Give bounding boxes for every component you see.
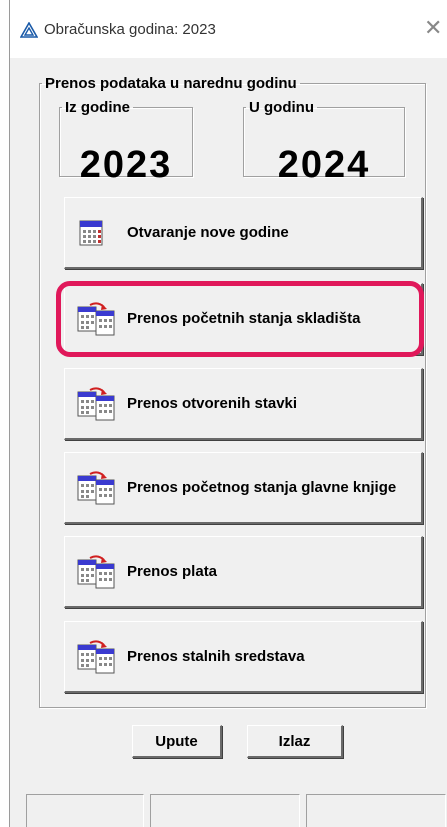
to-year-label: U godinu [249, 99, 314, 116]
transfer-open-items-button[interactable]: Prenos otvorenih stavki [64, 368, 423, 440]
open-new-year-label: Otvaranje nove godine [127, 223, 289, 241]
from-year-group: Iz godine 2023 [59, 99, 193, 186]
transfer-icon [77, 470, 115, 504]
exit-button[interactable]: Izlaz [247, 725, 343, 758]
calendar-icon [79, 220, 103, 245]
transfer-group-title: Prenos podataka u narednu godinu [45, 75, 297, 92]
transfer-fixed-assets-label: Prenos stalnih sredstava [127, 647, 305, 665]
dialog-window: Obračunska godina: 2023 ✕ Prenos podatak… [9, 0, 447, 827]
from-year-label: Iz godine [65, 99, 130, 116]
transfer-icon [77, 554, 115, 588]
status-bar [10, 780, 447, 827]
status-pane-3 [306, 794, 446, 827]
to-year-group: U godinu 2024 [243, 99, 405, 186]
transfer-icon [77, 639, 115, 673]
open-new-year-button[interactable]: Otvaranje nove godine [64, 197, 423, 269]
to-year-value: 2024 [277, 144, 371, 186]
exit-button-label: Izlaz [278, 732, 311, 750]
app-logo-icon [20, 22, 38, 38]
transfer-icon [77, 386, 115, 420]
close-button[interactable]: ✕ [424, 16, 442, 41]
transfer-general-ledger-button[interactable]: Prenos početnog stanja glavne knjige [64, 452, 423, 524]
window-title: Obračunska godina: 2023 [44, 21, 216, 38]
from-year-value: 2023 [79, 144, 173, 186]
transfer-payroll-label: Prenos plata [127, 562, 218, 580]
title-bar: Obračunska godina: 2023 ✕ [10, 0, 447, 58]
status-pane-1 [26, 794, 144, 827]
transfer-warehouse-balances-button[interactable]: Prenos početnih stanja skladišta [64, 283, 423, 355]
transfer-warehouse-balances-label: Prenos početnih stanja skladišta [127, 309, 361, 327]
transfer-open-items-label: Prenos otvorenih stavki [127, 394, 298, 412]
transfer-payroll-button[interactable]: Prenos plata [64, 536, 423, 608]
help-button-label: Upute [155, 732, 198, 750]
transfer-fixed-assets-button[interactable]: Prenos stalnih sredstava [64, 621, 423, 693]
transfer-general-ledger-label: Prenos početnog stanja glavne knjige [127, 478, 397, 496]
status-pane-2 [150, 794, 300, 827]
desktop-edge [0, 0, 9, 827]
help-button[interactable]: Upute [132, 725, 222, 758]
transfer-icon [77, 301, 115, 335]
